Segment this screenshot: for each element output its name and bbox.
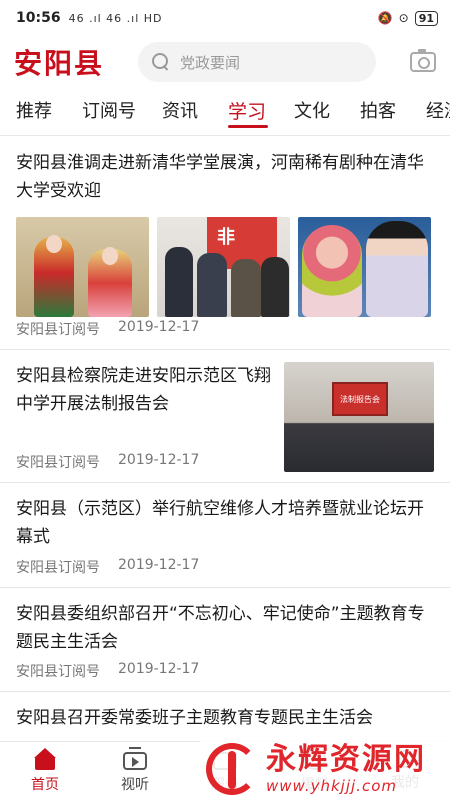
app-header: 安阳县 党政要闻 [0,36,450,88]
nav-home[interactable]: 首页 [0,742,90,800]
watermark-title: 永辉资源网 [266,742,426,777]
nav-label: 首页 [31,777,59,793]
camera-icon[interactable] [410,49,436,72]
news-image [298,217,431,317]
news-source: 安阳县订阅号 [16,560,100,576]
news-meta: 安阳县订阅号 2019-12-17 [16,661,199,681]
news-item[interactable]: 安阳县委组织部召开“不忘初心、牢记使命”主题教育专题民主生活会 安阳县订阅号 2… [0,588,450,692]
tab-economy[interactable]: 经济 [410,88,450,135]
news-title: 安阳县委组织部召开“不忘初心、牢记使命”主题教育专题民主生活会 [16,604,425,652]
signal-icon: 46 .ıl 46 .ıl HD [68,11,163,25]
tab-photo[interactable]: 拍客 [344,88,410,135]
news-item[interactable]: 安阳县（示范区）举行航空维修人才培养暨就业论坛开幕式 安阳县订阅号 2019-1… [0,483,450,588]
news-title: 安阳县淮调走进新清华学堂展演，河南稀有剧种在清华大学受欢迎 [16,153,424,201]
news-title: 安阳县检察院走进安阳示范区飞翔中学开展法制报告会 [16,366,271,414]
image-banner-text: 非 [217,227,235,248]
news-source: 安阳县订阅号 [16,455,100,471]
tab-culture[interactable]: 文化 [278,88,344,135]
watermark: 永辉资源网 www.yhkjjj.com [200,738,450,800]
search-placeholder: 党政要闻 [180,53,241,72]
news-title: 安阳县召开委常委班子主题教育专题民主生活会 [16,708,373,728]
news-date: 2019-12-17 [118,661,200,677]
lock-icon: ⊙ [398,11,409,25]
news-thumbnail: 法制报告会 [284,362,434,472]
status-time: 10:56 [16,10,61,26]
channel-tabs: 推荐 订阅号 资讯 学习 文化 拍客 经济 [0,88,450,136]
news-source: 安阳县订阅号 [16,322,100,338]
tab-study[interactable]: 学习 [212,88,278,135]
news-meta: 安阳县订阅号 2019-12-17 [16,452,199,472]
status-right: 🔕 ⊙ 91 [377,10,438,26]
search-bar[interactable]: 党政要闻 [138,42,376,82]
news-source: 安阳县订阅号 [16,664,100,680]
news-meta: 安阳县订阅号 2019-12-17 [16,319,199,339]
news-image: 非 [157,217,290,317]
news-item[interactable]: 安阳县召开委常委班子主题教育专题民主生活会 [0,692,450,741]
nav-av[interactable]: 视听 [90,742,180,800]
bell-mute-icon: 🔕 [377,11,393,25]
nav-label: 视听 [121,777,149,793]
news-title: 安阳县（示范区）举行航空维修人才培养暨就业论坛开幕式 [16,499,424,547]
news-item[interactable]: 安阳县检察院走进安阳示范区飞翔中学开展法制报告会 法制报告会 安阳县订阅号 20… [0,350,450,483]
tab-news[interactable]: 资讯 [146,88,212,135]
news-list: 安阳县淮调走进新清华学堂展演，河南稀有剧种在清华大学受欢迎 非 安阳县订阅号 2… [0,137,450,741]
app-logo: 安阳县 [14,47,105,80]
watermark-text: 永辉资源网 www.yhkjjj.com [266,742,426,796]
news-date: 2019-12-17 [118,557,200,573]
search-icon [152,53,170,71]
watermark-url: www.yhkjjj.com [266,777,397,795]
news-item[interactable]: 安阳县淮调走进新清华学堂展演，河南稀有剧种在清华大学受欢迎 非 安阳县订阅号 2… [0,137,450,350]
news-image [16,217,149,317]
news-meta: 安阳县订阅号 2019-12-17 [16,557,199,577]
status-bar: 10:56 46 .ıl 46 .ıl HD 🔕 ⊙ 91 [0,0,450,36]
tab-subscribe[interactable]: 订阅号 [66,88,146,135]
battery-icon: 91 [414,10,438,26]
news-date: 2019-12-17 [118,319,200,335]
news-date: 2019-12-17 [118,452,200,468]
news-image-row: 非 [16,217,434,317]
tv-icon [123,747,147,770]
home-icon [33,748,57,770]
thumbnail-screen-text: 法制报告会 [340,395,380,404]
watermark-logo-icon [204,741,260,797]
tab-recommend[interactable]: 推荐 [0,88,66,135]
